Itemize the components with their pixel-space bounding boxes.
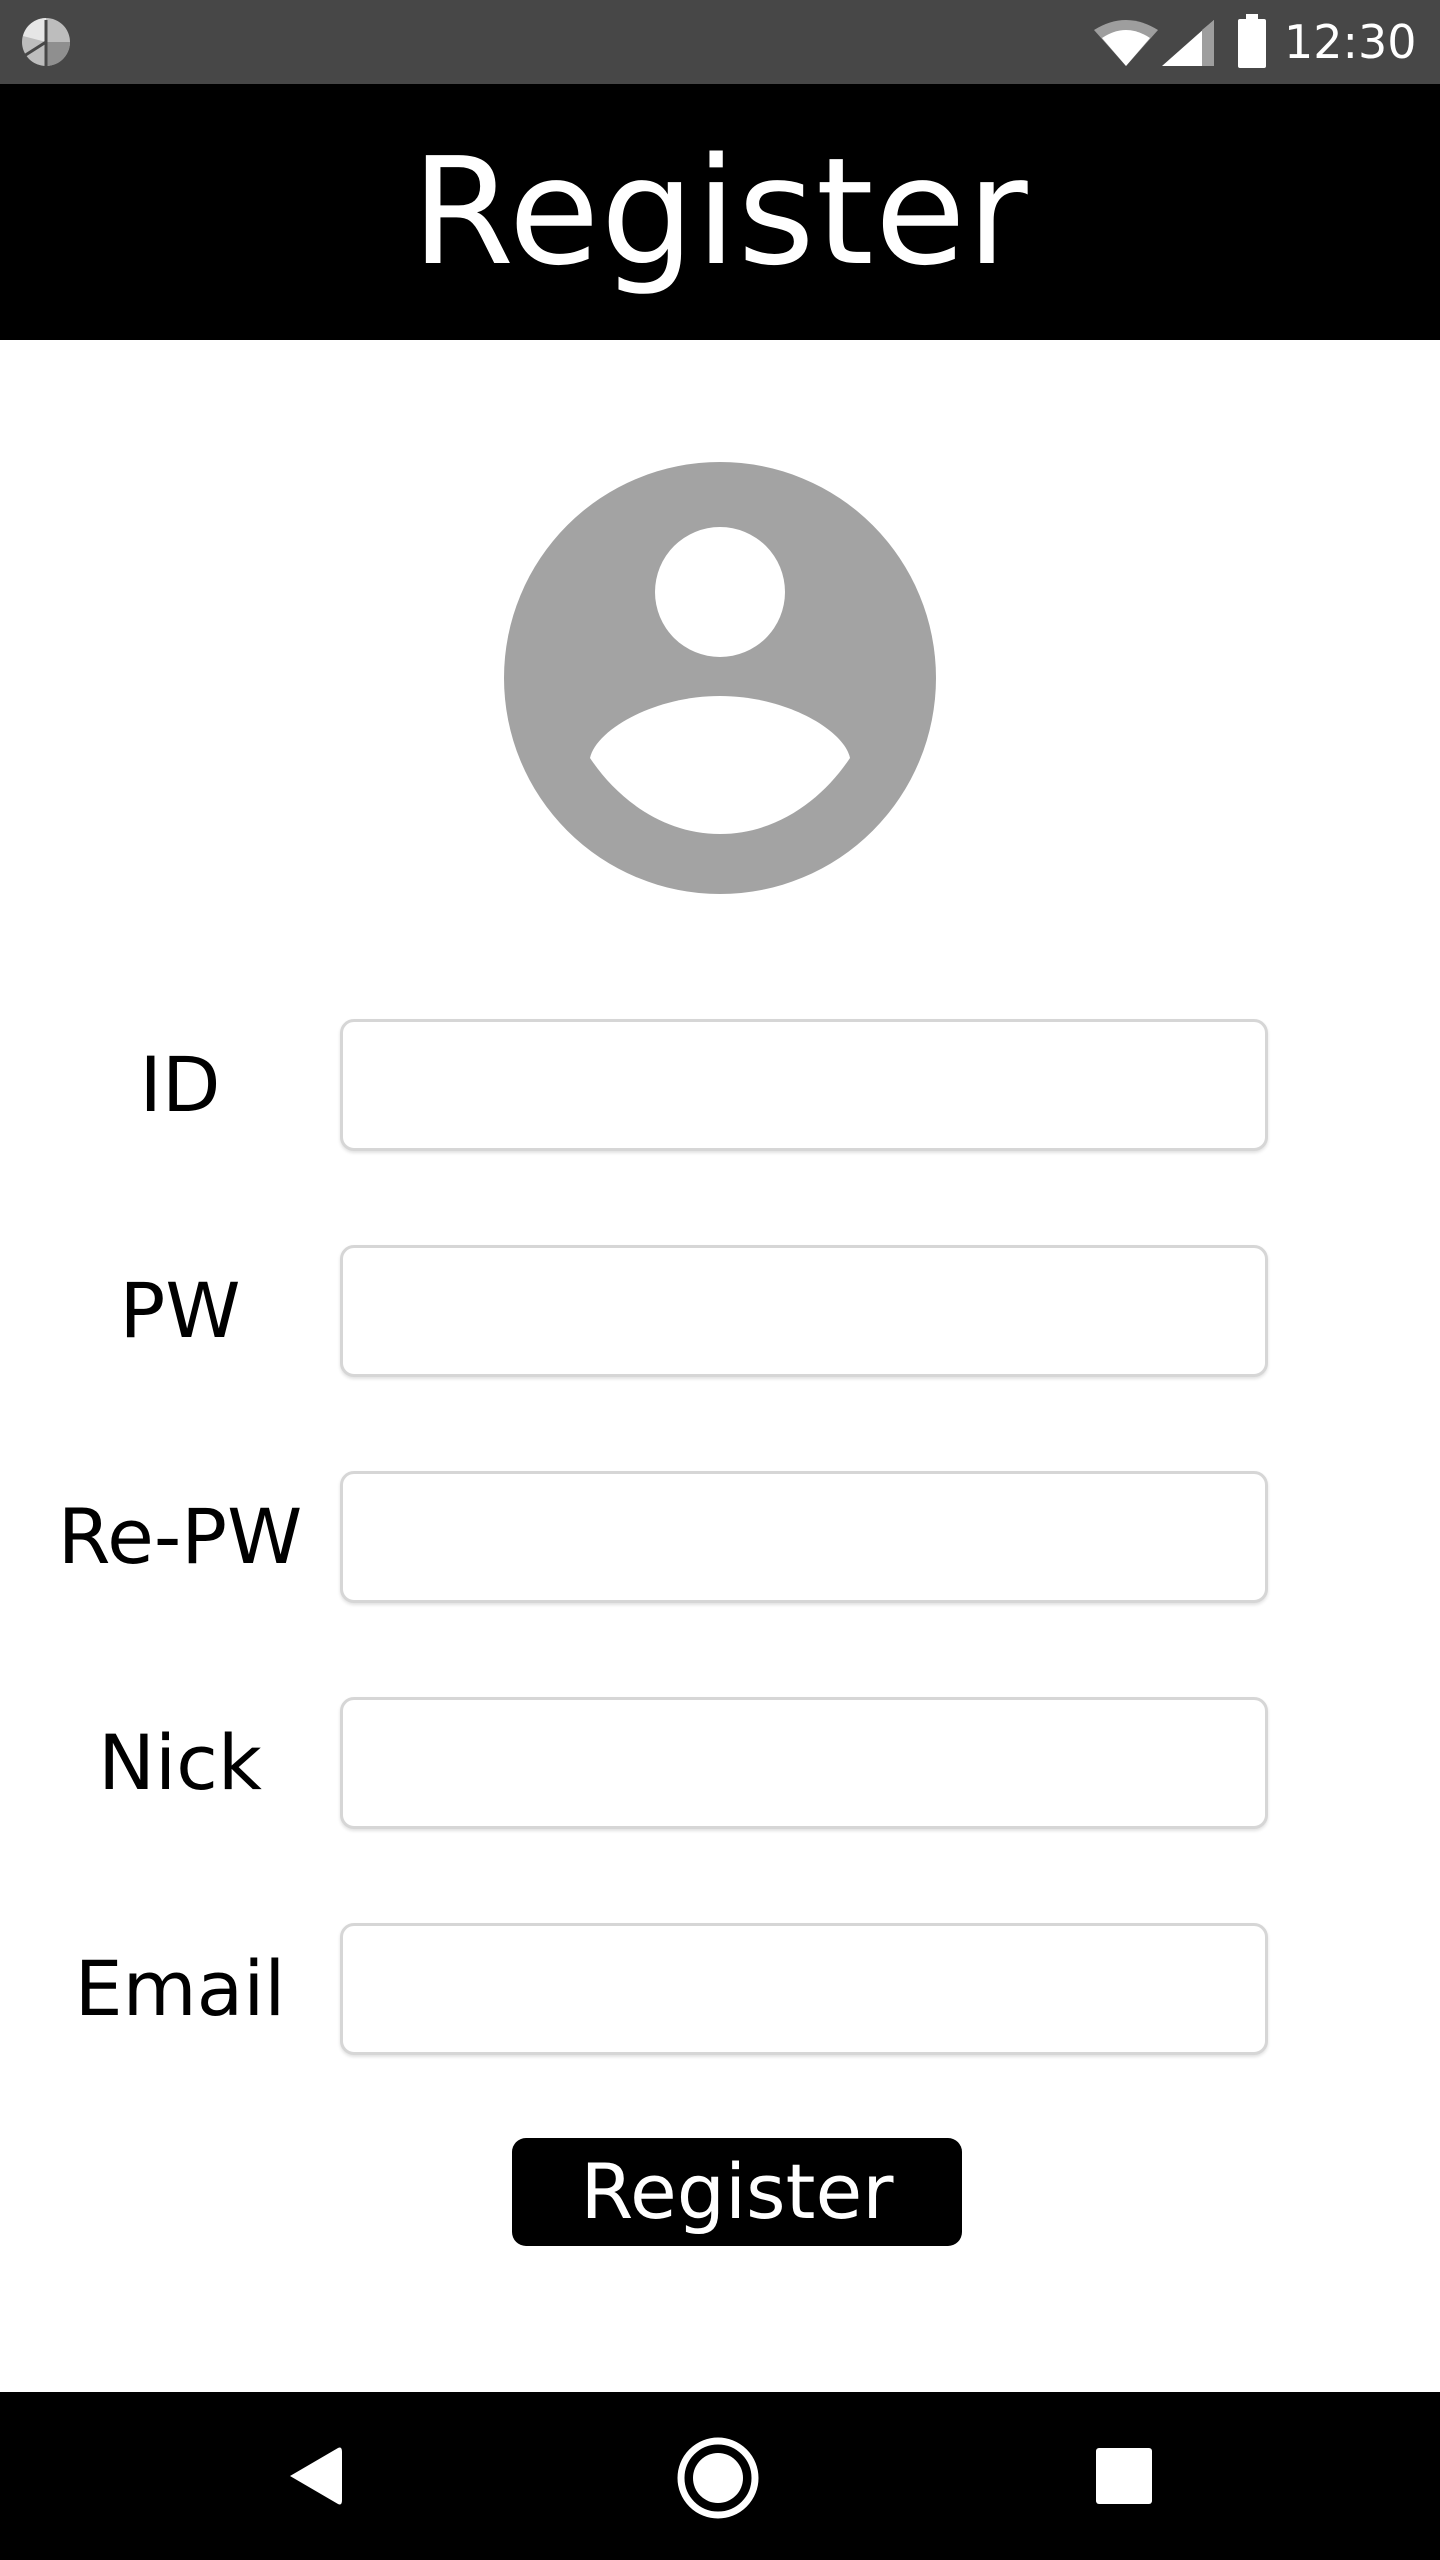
register-button[interactable]: Register (512, 2138, 962, 2246)
pw-input[interactable] (340, 1245, 1268, 1377)
pw-label: PW (119, 1266, 241, 1355)
back-icon[interactable] (284, 2444, 348, 2508)
app-notification-icon (22, 18, 70, 66)
default-user-avatar-icon[interactable] (504, 462, 936, 894)
wifi-icon (1094, 20, 1158, 66)
re-pw-input[interactable] (340, 1471, 1268, 1603)
re-pw-label: Re-PW (57, 1492, 303, 1581)
id-input[interactable] (340, 1019, 1268, 1151)
email-input[interactable] (340, 1923, 1268, 2055)
id-label: ID (139, 1040, 221, 1129)
nick-label: Nick (98, 1718, 262, 1807)
status-bar: 12:30 (0, 0, 1440, 84)
app-bar: Register (0, 84, 1440, 340)
home-icon[interactable] (676, 2436, 760, 2520)
status-time: 12:30 (1284, 15, 1417, 69)
cell-signal-icon (1162, 20, 1214, 66)
email-label: Email (74, 1944, 286, 2033)
recents-icon[interactable] (1096, 2448, 1152, 2504)
nick-input[interactable] (340, 1697, 1268, 1829)
battery-icon (1238, 14, 1266, 68)
page-title: Register (411, 126, 1029, 298)
register-screen: 12:30 Register ID PW Re-PW Nick Email Re… (0, 0, 1440, 2560)
navigation-bar (0, 2392, 1440, 2560)
